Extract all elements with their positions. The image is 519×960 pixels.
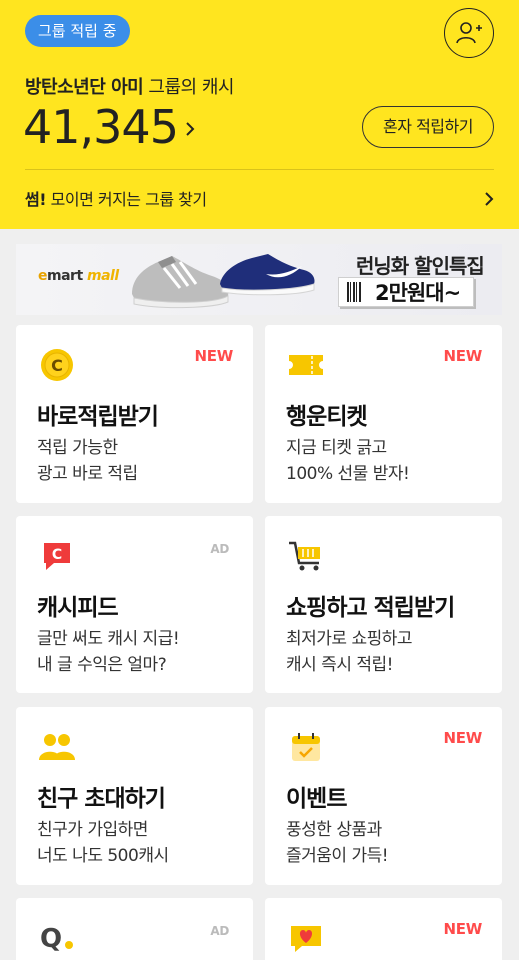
card-description: 지금 티켓 긁고 100% 선물 받자!: [286, 438, 410, 484]
ad-tag: AD: [210, 924, 229, 938]
group-name: 방탄소년단 아미: [25, 77, 144, 98]
calendar-check-icon: [292, 733, 320, 761]
card-events[interactable]: NEW 이벤트 풍성한 상품과 즐거움이 가득!: [265, 707, 502, 885]
find-text: 모이면 커지는 그룹 찾기: [50, 190, 207, 209]
find-prefix: 썸!: [25, 190, 47, 209]
card-cashfeed[interactable]: C AD 캐시피드 글만 써도 캐시 지급! 내 글 수익은 얼마?: [16, 516, 253, 693]
emart-ad-banner[interactable]: emart mall 런닝화 할인특집 2만원대~: [16, 244, 502, 315]
group-status-badge: 그룹 적립 중: [25, 15, 130, 47]
card-description: 풍성한 상품과 즐거움이 가득!: [286, 820, 389, 866]
add-friend-button[interactable]: [444, 8, 494, 58]
card-invite-friends[interactable]: 친구 초대하기 친구가 가입하면 너도 나도 500캐시: [16, 707, 253, 885]
card-lucky-ticket[interactable]: NEW 행운티켓 지금 티켓 긁고 100% 선물 받자!: [265, 325, 502, 503]
card-description: 적립 가능한 광고 바로 적립: [37, 438, 138, 484]
cashfeed-icon: C: [44, 543, 70, 570]
card-title: 친구 초대하기: [37, 786, 166, 812]
card-title: 바로적립받기: [37, 404, 159, 430]
new-tag: NEW: [443, 347, 483, 365]
navy-sneaker-image: [220, 254, 315, 296]
card-description: 친구가 가입하면 너도 나도 500캐시: [37, 820, 169, 866]
new-tag: NEW: [194, 347, 234, 365]
card-instant-earn[interactable]: C NEW 바로적립받기 적립 가능한 광고 바로 적립: [16, 325, 253, 503]
banner-title: 런닝화 할인특집: [356, 254, 485, 278]
q-logo-icon: Q: [40, 924, 73, 953]
group-header: 그룹 적립 중 방탄소년단 아미 그룹의 캐시 41,345 혼자 적립하기 썸…: [0, 0, 519, 229]
find-group-chevron-icon[interactable]: [483, 190, 495, 208]
group-suffix: 그룹의 캐시: [148, 77, 234, 98]
card-title: 이벤트: [286, 786, 347, 812]
header-divider: [25, 169, 494, 170]
card-heart-message[interactable]: NEW: [265, 898, 502, 960]
new-tag: NEW: [443, 920, 483, 938]
barcode-icon: [347, 282, 361, 302]
chevron-right-icon: [186, 122, 195, 136]
card-description: 글만 써도 캐시 지급! 내 글 수익은 얼마?: [37, 629, 180, 675]
card-shopping-earn[interactable]: 쇼핑하고 적립받기 최저가로 쇼핑하고 캐시 즉시 적립!: [265, 516, 502, 693]
card-title: 쇼핑하고 적립받기: [286, 595, 455, 621]
cash-amount: 41,345: [23, 100, 179, 154]
card-q-ad[interactable]: Q AD: [16, 898, 253, 960]
banner-subtitle: 2만원대~: [375, 281, 461, 305]
ticket-icon: [289, 355, 323, 375]
svg-text:C: C: [51, 356, 63, 375]
cash-amount-row[interactable]: 41,345: [23, 97, 196, 157]
emart-mall-logo: emart mall: [38, 268, 119, 284]
cart-icon: [289, 541, 320, 571]
add-user-icon: [456, 22, 482, 44]
ad-tag: AD: [210, 542, 229, 556]
banner-price-tag: 2만원대~: [338, 277, 474, 307]
heart-message-icon: [291, 926, 321, 952]
coin-c-icon: C: [41, 349, 73, 381]
svg-text:C: C: [52, 547, 62, 563]
card-description: 최저가로 쇼핑하고 캐시 즉시 적립!: [286, 629, 413, 675]
card-title: 행운티켓: [286, 404, 368, 430]
group-name-line: 방탄소년단 아미 그룹의 캐시: [25, 73, 234, 99]
find-group-link[interactable]: 썸! 모이면 커지는 그룹 찾기: [25, 186, 207, 210]
card-title: 캐시피드: [37, 595, 119, 621]
new-tag: NEW: [443, 729, 483, 747]
friends-icon: [39, 734, 75, 760]
solo-earn-button[interactable]: 혼자 적립하기: [362, 106, 494, 148]
svg-text:Q: Q: [40, 924, 62, 953]
